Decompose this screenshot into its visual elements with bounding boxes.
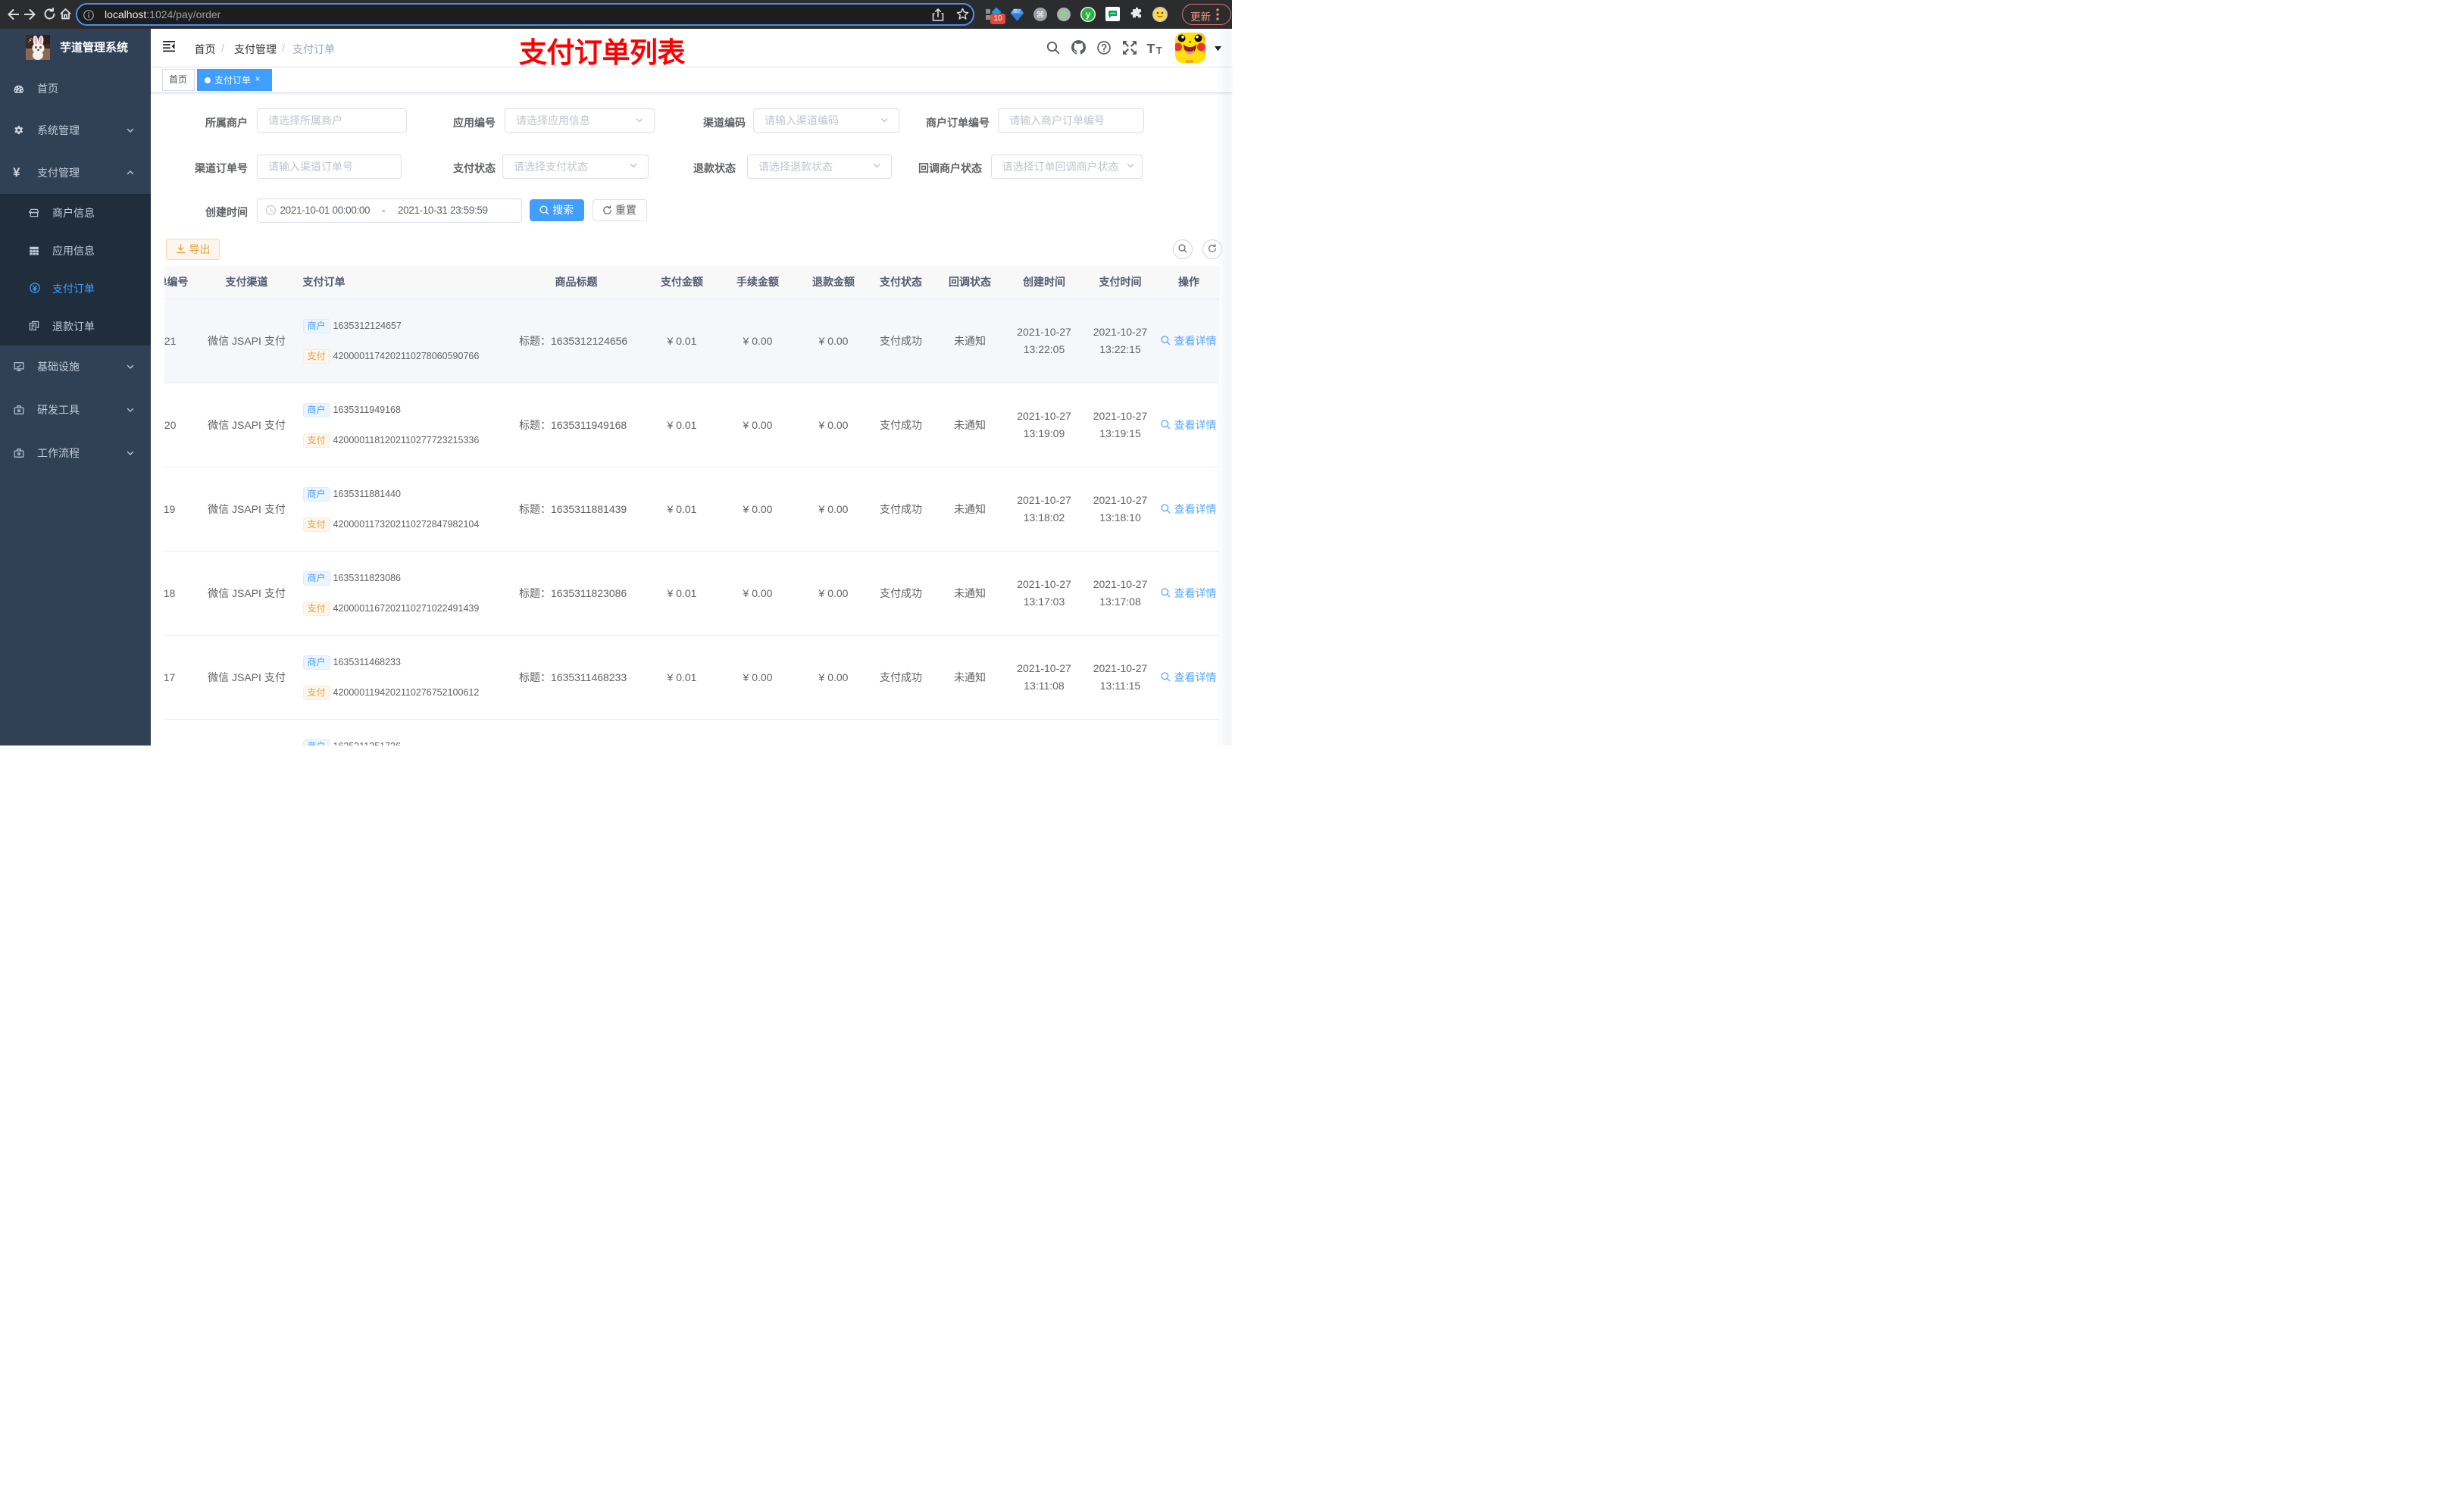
svg-text:y: y [1086,9,1091,20]
svg-text:⌘: ⌘ [1037,11,1045,20]
